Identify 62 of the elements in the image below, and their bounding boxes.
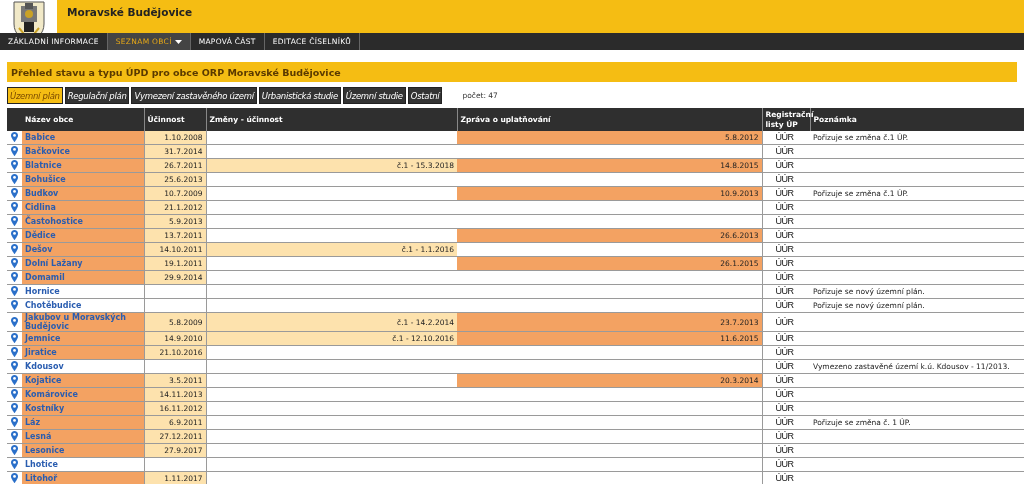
map-pin-icon[interactable] [11,403,18,413]
registry-link[interactable]: ÚÚR [765,160,794,170]
registry-link[interactable]: ÚÚR [765,389,794,399]
site-title: Moravské Budějovice [66,5,193,18]
registry-link[interactable]: ÚÚR [765,258,794,268]
map-pin-icon[interactable] [11,375,18,385]
registry-link[interactable]: ÚÚR [765,445,794,455]
registry-link[interactable]: ÚÚR [765,244,794,254]
map-pin-icon[interactable] [11,230,18,240]
map-pin-icon[interactable] [11,160,18,170]
municipality-link[interactable]: Lhotice [25,460,59,469]
map-pin-icon[interactable] [11,389,18,399]
registry-link[interactable]: ÚÚR [765,473,794,483]
map-pin-icon[interactable] [11,174,18,184]
registry-link[interactable]: ÚÚR [765,230,794,240]
municipality-link[interactable]: Hornice [25,287,60,296]
tab[interactable]: Územní plán [7,87,63,104]
map-pin-icon[interactable] [11,216,18,226]
registry-link[interactable]: ÚÚR [765,202,794,212]
map-pin-icon[interactable] [11,258,18,268]
registry-link[interactable]: ÚÚR [765,459,794,469]
tab[interactable]: Urbanistická studie [258,87,341,104]
municipality-link[interactable]: Chotěbudice [25,301,82,310]
map-pin-icon[interactable] [11,300,18,310]
tab[interactable]: Ostatní [407,87,443,104]
map-pin-icon[interactable] [11,272,18,282]
map-pin-icon[interactable] [11,473,18,483]
tab[interactable]: Územní studie [342,87,406,104]
map-pin-icon[interactable] [11,286,18,296]
registry-link[interactable]: ÚÚR [765,361,794,371]
map-pin-icon[interactable] [11,132,18,142]
registry-link[interactable]: ÚÚR [765,174,794,184]
registry-link[interactable]: ÚÚR [765,188,794,198]
map-pin-icon[interactable] [11,417,18,427]
map-pin-icon[interactable] [11,459,18,469]
map-pin-icon[interactable] [11,316,18,327]
map-pin-icon[interactable] [11,347,18,357]
registry-link[interactable]: ÚÚR [765,375,794,385]
map-pin-icon[interactable] [11,431,18,441]
registry-link[interactable]: ÚÚR [765,216,794,226]
registry-link[interactable]: ÚÚR [765,132,794,142]
map-pin-icon[interactable] [11,361,18,371]
map-pin-icon[interactable] [11,202,18,212]
registry-link[interactable]: ÚÚR [765,403,794,413]
registry-link[interactable]: ÚÚR [765,300,794,310]
registry-link[interactable]: ÚÚR [765,146,794,156]
registry-link[interactable]: ÚÚR [765,272,794,282]
map-pin-icon[interactable] [11,188,18,198]
registry-link[interactable]: ÚÚR [765,286,794,296]
map-pin-icon[interactable] [11,445,18,455]
tab[interactable]: Vymezení zastavěného území [131,87,257,104]
municipality-link[interactable]: Kdousov [25,362,64,371]
section-heading: Přehled stavu a typu ÚPD pro obce ORP Moravské Budějovice [7,62,1017,82]
map-pin-icon[interactable] [11,333,18,343]
map-pin-icon[interactable] [11,146,18,156]
registry-link[interactable]: ÚÚR [765,417,794,427]
map-pin-icon[interactable] [11,244,18,254]
registry-link[interactable]: ÚÚR [765,333,794,343]
registry-link[interactable]: ÚÚR [765,431,794,441]
tab[interactable]: Regulační plán [64,87,130,104]
registry-link[interactable]: ÚÚR [765,347,794,357]
registry-link[interactable]: ÚÚR [765,316,794,327]
